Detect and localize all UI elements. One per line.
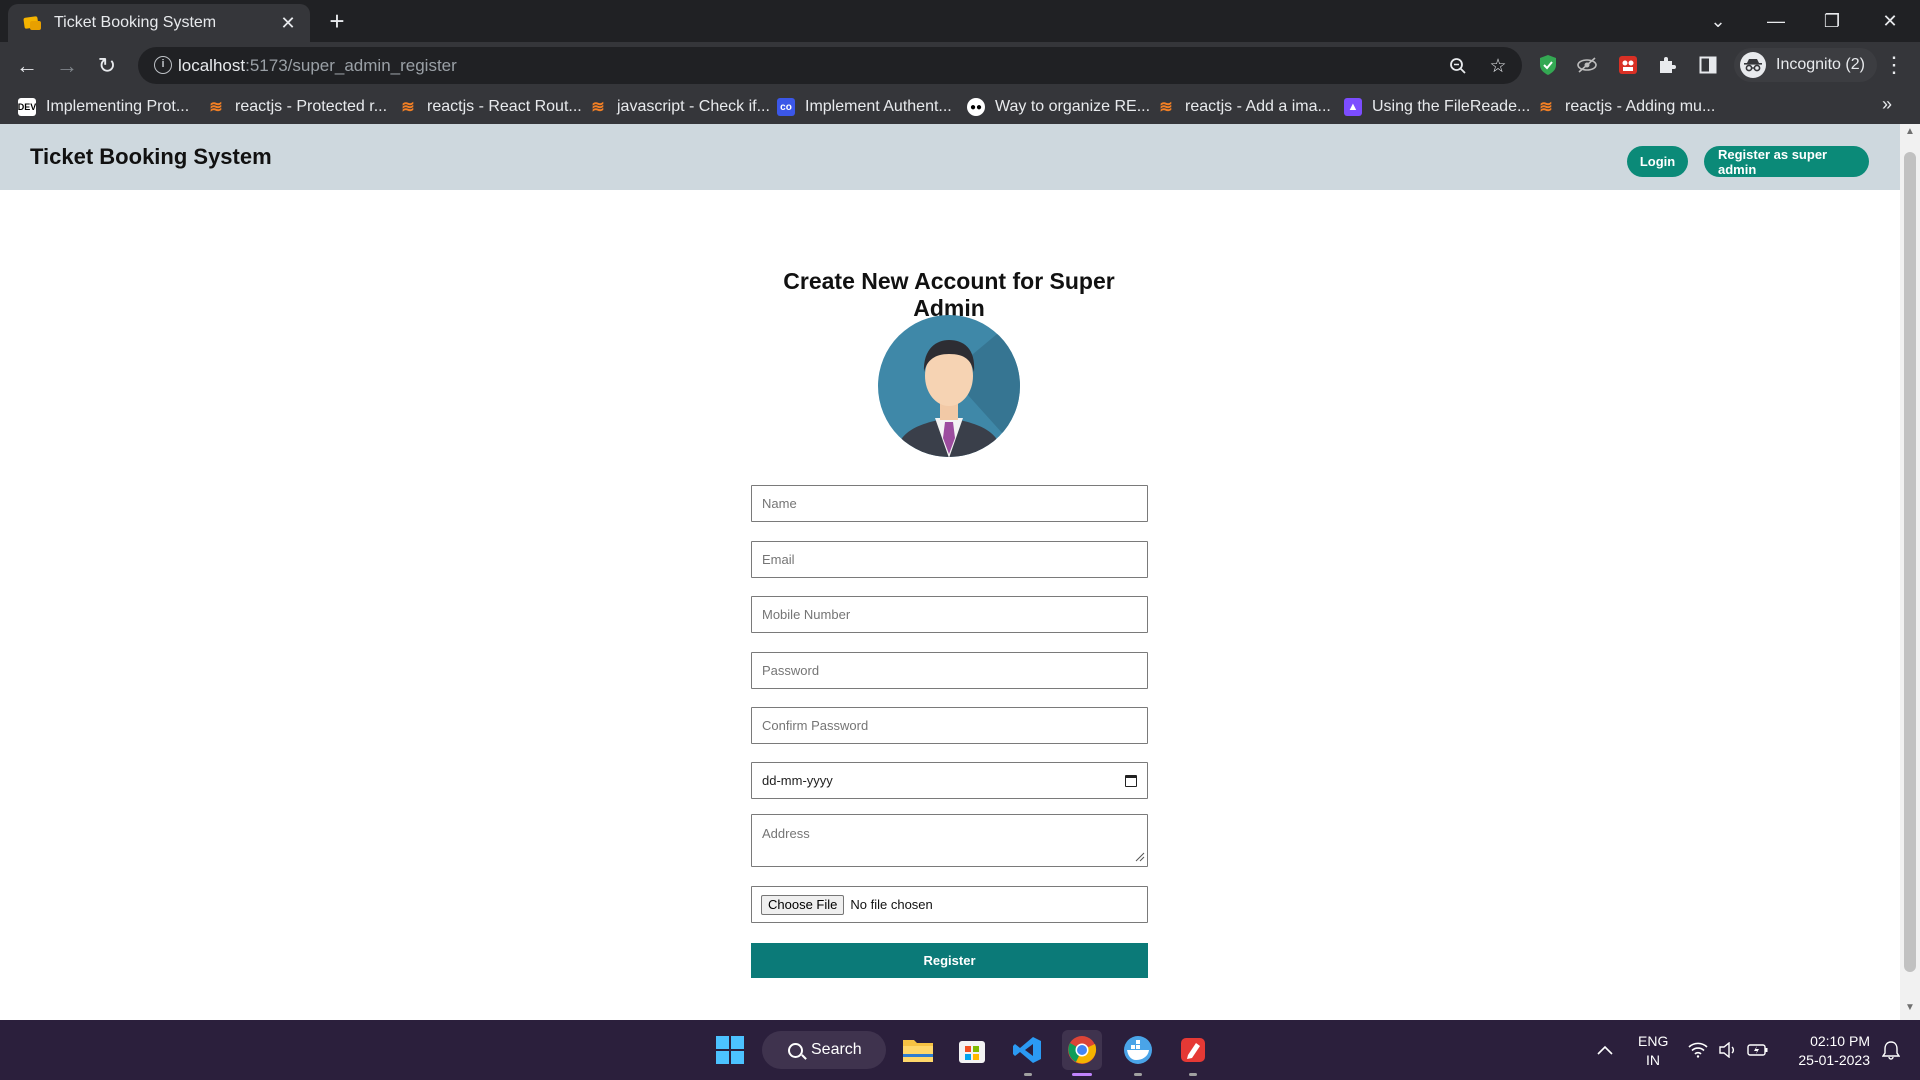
stackoverflow-icon: ≋ xyxy=(209,99,223,116)
purple-app-icon: ▲ xyxy=(1344,98,1362,116)
bookmark-item[interactable]: ≋ javascript - Check if... xyxy=(589,95,770,119)
vscode-running-indicator xyxy=(1024,1073,1032,1076)
docker-running-indicator xyxy=(1134,1073,1142,1076)
calendar-icon[interactable] xyxy=(1125,774,1137,787)
date-of-birth-input[interactable]: dd-mm-yyyy xyxy=(751,762,1148,799)
avatar xyxy=(878,315,1020,457)
url-text[interactable]: localhost:5173/super_admin_register xyxy=(178,56,457,76)
more-bookmarks-icon[interactable]: » xyxy=(1882,94,1892,115)
minimize-icon[interactable]: — xyxy=(1748,0,1804,42)
close-tab-icon[interactable]: ✕ xyxy=(278,13,298,34)
password-input[interactable] xyxy=(751,652,1148,689)
medium-icon: ●● xyxy=(967,98,985,116)
incognito-icon xyxy=(1740,52,1766,78)
bookmark-item[interactable]: ▲ Using the FileReade... xyxy=(1344,95,1530,119)
bookmark-star-icon[interactable]: ☆ xyxy=(1486,54,1510,78)
shield-extension-icon[interactable] xyxy=(1535,52,1561,78)
stackoverflow-icon: ≋ xyxy=(401,99,415,116)
bookmark-item[interactable]: ≋ reactjs - Protected r... xyxy=(207,95,387,119)
red-app-running-indicator xyxy=(1189,1073,1197,1076)
dev-icon: DEV xyxy=(18,98,36,116)
taskbar-search-label: Search xyxy=(811,1041,862,1058)
bookmark-item[interactable]: ≋ reactjs - Adding mu... xyxy=(1537,95,1715,119)
file-explorer-icon[interactable] xyxy=(898,1030,938,1070)
zoom-icon[interactable] xyxy=(1446,54,1470,78)
new-tab-icon[interactable]: + xyxy=(322,6,352,36)
microsoft-store-icon[interactable] xyxy=(952,1030,992,1070)
stackoverflow-icon: ≋ xyxy=(1539,99,1553,116)
codeinfinity-icon: co xyxy=(777,98,795,116)
extensions-puzzle-icon[interactable] xyxy=(1654,52,1680,78)
windows-start-icon[interactable] xyxy=(710,1030,750,1070)
name-input[interactable] xyxy=(751,485,1148,522)
tab-strip: Ticket Booking System ✕ + ⌄ — ❐ ✕ xyxy=(0,0,1920,42)
restore-icon[interactable]: ❐ xyxy=(1804,0,1860,42)
site-info-icon[interactable]: i xyxy=(154,56,172,74)
windows-taskbar: Search ENG IN 02:10 PM 25-01-2023 xyxy=(0,1020,1920,1080)
close-window-icon[interactable]: ✕ xyxy=(1862,0,1918,42)
app-navbar: Ticket Booking System Login Register as … xyxy=(0,124,1900,190)
back-icon[interactable]: ← xyxy=(11,50,43,82)
scroll-down-icon[interactable]: ▼ xyxy=(1900,1002,1920,1018)
scroll-up-icon[interactable]: ▲ xyxy=(1900,126,1920,142)
page-viewport: Ticket Booking System Login Register as … xyxy=(0,124,1920,1020)
tab-title: Ticket Booking System xyxy=(54,14,217,31)
bookmark-item[interactable]: ≋ reactjs - Add a ima... xyxy=(1157,95,1331,119)
register-button[interactable]: Register xyxy=(751,943,1148,978)
vscode-icon[interactable] xyxy=(1007,1030,1047,1070)
bookmark-item[interactable]: ≋ reactjs - React Rout... xyxy=(399,95,581,119)
confirm-password-input[interactable] xyxy=(751,707,1148,744)
incognito-label: Incognito (2) xyxy=(1776,56,1865,73)
ticket-favicon-icon xyxy=(23,15,42,31)
battery-icon[interactable] xyxy=(1742,1030,1774,1070)
browser-menu-icon[interactable]: ⋮ xyxy=(1882,52,1906,78)
login-button[interactable]: Login xyxy=(1627,146,1688,177)
side-panel-icon[interactable] xyxy=(1695,52,1721,78)
incognito-profile-button[interactable]: Incognito (2) xyxy=(1734,48,1877,82)
bookmarks-bar: DEV Implementing Prot... ≋ reactjs - Pro… xyxy=(0,89,1920,124)
docker-icon[interactable] xyxy=(1118,1030,1158,1070)
notifications-icon[interactable] xyxy=(1876,1030,1906,1070)
mobile-number-input[interactable] xyxy=(751,596,1148,633)
red-app-icon[interactable] xyxy=(1173,1030,1213,1070)
tray-chevron-up-icon[interactable] xyxy=(1590,1030,1620,1070)
system-clock[interactable]: 02:10 PM 25-01-2023 xyxy=(1790,1032,1870,1070)
register-super-admin-button[interactable]: Register as super admin xyxy=(1704,146,1869,177)
app-brand[interactable]: Ticket Booking System xyxy=(30,144,272,170)
red-gift-extension-icon[interactable] xyxy=(1615,52,1641,78)
resize-grip-icon[interactable] xyxy=(1135,852,1145,862)
reload-icon[interactable]: ↻ xyxy=(91,50,123,82)
volume-icon[interactable] xyxy=(1712,1030,1744,1070)
file-status: No file chosen xyxy=(850,897,933,912)
chrome-active-indicator xyxy=(1072,1073,1092,1076)
wifi-icon[interactable] xyxy=(1682,1030,1714,1070)
address-bar[interactable]: i localhost:5173/super_admin_register ☆ xyxy=(138,47,1522,84)
language-indicator[interactable]: ENG IN xyxy=(1638,1032,1668,1070)
stackoverflow-icon: ≋ xyxy=(1159,99,1173,116)
bookmark-item[interactable]: ●● Way to organize RE... xyxy=(967,95,1150,119)
bookmark-item[interactable]: co Implement Authent... xyxy=(777,95,952,119)
bookmark-item[interactable]: DEV Implementing Prot... xyxy=(18,95,189,119)
search-icon xyxy=(788,1042,803,1058)
page-scrollbar[interactable]: ▲ ▼ xyxy=(1900,124,1920,1020)
stackoverflow-icon: ≋ xyxy=(591,99,605,116)
date-value: dd-mm-yyyy xyxy=(762,773,833,788)
taskbar-search[interactable]: Search xyxy=(762,1031,886,1069)
eye-slash-extension-icon[interactable] xyxy=(1574,52,1600,78)
email-input[interactable] xyxy=(751,541,1148,578)
choose-file-button[interactable]: Choose File xyxy=(761,894,845,915)
file-upload-field: Choose File No file chosen xyxy=(751,886,1148,923)
browser-toolbar: ← → ↻ i localhost:5173/super_admin_regis… xyxy=(0,42,1920,89)
chrome-icon[interactable] xyxy=(1062,1030,1102,1070)
scroll-thumb[interactable] xyxy=(1904,152,1916,972)
address-textarea[interactable] xyxy=(751,814,1148,867)
forward-icon[interactable]: → xyxy=(51,50,83,82)
tab-search-chevron-icon[interactable]: ⌄ xyxy=(1690,0,1746,42)
browser-tab[interactable]: Ticket Booking System ✕ xyxy=(8,4,310,42)
